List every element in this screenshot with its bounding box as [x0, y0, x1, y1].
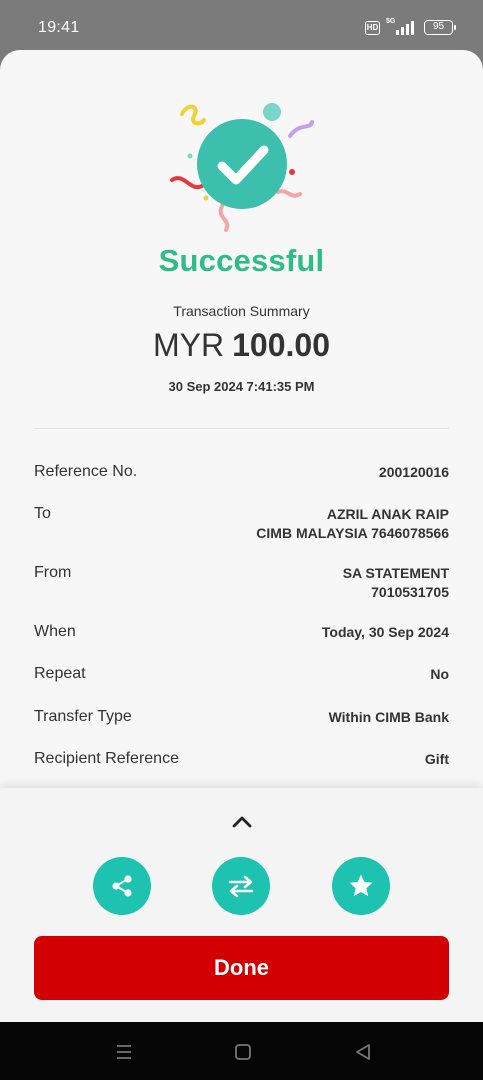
detail-row-recipient-reference: Recipient Reference Gift	[34, 750, 449, 769]
share-icon	[112, 875, 132, 897]
transaction-result-sheet: Successful Transaction Summary MYR 100.00…	[0, 50, 483, 1022]
battery-icon: 95	[424, 20, 456, 35]
transfer-icon	[228, 875, 254, 898]
transaction-datetime: 30 Sep 2024 7:41:35 PM	[168, 379, 315, 394]
recent-apps-icon[interactable]	[112, 1040, 136, 1064]
hd-icon: HD	[365, 20, 380, 35]
back-icon[interactable]	[351, 1040, 375, 1064]
detail-label: Recipient Reference	[34, 750, 179, 767]
success-check-icon	[170, 103, 314, 232]
transaction-amount: MYR 100.00	[0, 327, 483, 364]
detail-label: When	[34, 623, 76, 640]
detail-value: Gift	[424, 751, 449, 767]
recipient-account: CIMB MALAYSIA 7646078566	[256, 525, 449, 541]
status-bar: 19:41 HD 5G 95	[0, 0, 483, 50]
detail-value: 200120016	[378, 464, 449, 480]
detail-row-from: From SA STATEMENT 7010531705	[34, 564, 449, 602]
detail-label: From	[34, 564, 72, 581]
amount-value: 100.00	[232, 327, 330, 363]
detail-label: Repeat	[34, 665, 86, 682]
favourite-button[interactable]	[332, 857, 390, 915]
divider	[34, 428, 449, 429]
system-navigation-bar	[0, 1022, 483, 1080]
signal-icon: 5G	[386, 17, 414, 35]
recipient-name: AZRIL ANAK RAIP	[326, 506, 449, 522]
chevron-up-icon[interactable]	[229, 812, 255, 832]
source-account-name: SA STATEMENT	[342, 565, 449, 581]
status-time: 19:41	[38, 19, 80, 36]
detail-row-repeat: Repeat No	[34, 665, 449, 684]
status-icons: HD 5G 95	[365, 17, 456, 35]
detail-value: No	[430, 666, 449, 682]
home-icon[interactable]	[231, 1040, 255, 1064]
network-type-label: 5G	[386, 17, 396, 25]
done-button[interactable]: Done	[34, 936, 449, 1000]
detail-row-reference: Reference No. 200120016	[34, 463, 449, 482]
share-button[interactable]	[93, 857, 151, 915]
status-title: Successful	[158, 243, 325, 278]
transaction-summary-label: Transaction Summary	[173, 303, 310, 319]
detail-label: Transfer Type	[34, 708, 132, 725]
action-panel: Done	[0, 788, 483, 1022]
star-icon	[349, 874, 373, 897]
detail-value: Within CIMB Bank	[328, 709, 449, 725]
detail-row-to: To AZRIL ANAK RAIP CIMB MALAYSIA 7646078…	[34, 505, 449, 543]
amount-currency: MYR	[153, 327, 225, 363]
detail-value: SA STATEMENT 7010531705	[343, 564, 449, 602]
source-account-number: 7010531705	[371, 584, 449, 600]
transfer-again-button[interactable]	[212, 857, 270, 915]
detail-value: AZRIL ANAK RAIP CIMB MALAYSIA 7646078566	[256, 505, 449, 543]
detail-row-when: When Today, 30 Sep 2024	[34, 623, 449, 642]
detail-label: To	[34, 505, 51, 522]
detail-row-transfer-type: Transfer Type Within CIMB Bank	[34, 708, 449, 727]
detail-value: Today, 30 Sep 2024	[321, 624, 449, 640]
detail-label: Reference No.	[34, 463, 138, 480]
